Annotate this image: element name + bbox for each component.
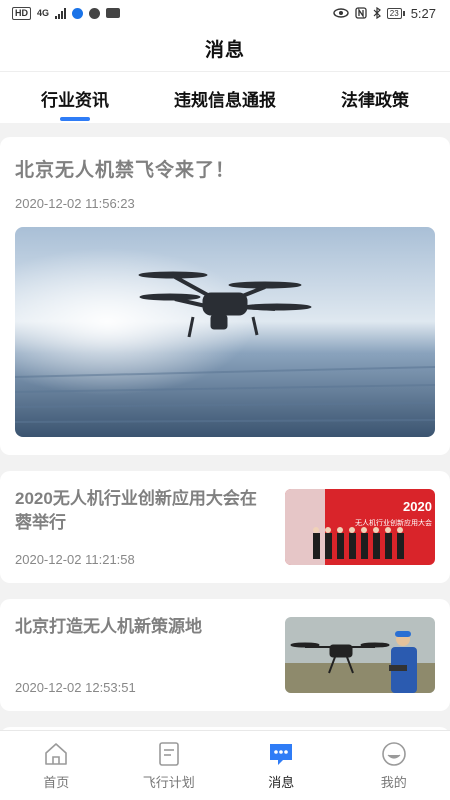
thumb-year-text: 2020: [403, 499, 432, 514]
nav-label: 首页: [43, 775, 70, 790]
news-timestamp: 2020-12-02 12:53:51: [15, 680, 136, 695]
drone-over-city-image: [15, 227, 435, 437]
profile-icon: [380, 740, 408, 768]
news-card[interactable]: 北京打造无人机新策源地 2020-12-02 12:53:51: [0, 599, 450, 711]
conference-photo: 2020 无人机行业创新应用大会: [285, 489, 435, 565]
news-title: 北京无人机禁飞令来了！: [15, 160, 236, 181]
page-header: 消息: [0, 26, 450, 72]
nfc-icon: [355, 7, 367, 19]
nav-label: 我的: [380, 775, 407, 790]
page-title: 消息: [204, 40, 245, 61]
tab-laws-policies[interactable]: 法律政策: [300, 73, 450, 123]
eye-icon: [333, 8, 349, 18]
news-card-featured[interactable]: 北京无人机禁飞令来了！ 2020-12-02 11:56:23: [0, 137, 450, 455]
status-right: 23 5:27: [333, 6, 436, 21]
bottom-navigation: 首页 飞行计划 消息 我的: [0, 730, 450, 800]
bluetooth-icon: [373, 7, 381, 19]
document-icon: [155, 740, 183, 768]
pilot-with-drone-photo: [285, 617, 435, 693]
notification-app-icon-2: [89, 7, 101, 19]
status-left: HD 4G: [12, 6, 121, 20]
notification-app-icon: [72, 7, 84, 19]
status-bar: HD 4G 23 5:27: [0, 0, 450, 26]
tab-violation-notices[interactable]: 违规信息通报: [150, 73, 300, 123]
hd-indicator: HD: [12, 6, 31, 20]
signal-icon: [55, 7, 67, 19]
nav-home[interactable]: 首页: [0, 731, 113, 800]
nav-label: 飞行计划: [142, 775, 195, 790]
nav-profile[interactable]: 我的: [338, 731, 450, 800]
message-icon: [267, 740, 295, 768]
news-text: 北京打造无人机新策源地 2020-12-02 12:53:51: [15, 615, 270, 695]
nav-messages[interactable]: 消息: [225, 731, 338, 800]
category-tabs: 行业资讯 违规信息通报 法律政策: [0, 73, 450, 123]
news-text: 2020无人机行业创新应用大会在蓉举行 2020-12-02 11:21:58: [15, 487, 270, 567]
news-timestamp: 2020-12-02 11:56:23: [15, 196, 135, 211]
nav-label: 消息: [268, 775, 295, 790]
battery-level: 23: [386, 7, 402, 19]
battery-icon: 23: [386, 7, 405, 19]
news-card[interactable]: 2020无人机行业创新应用大会在蓉举行 2020-12-02 11:21:58 …: [0, 471, 450, 583]
home-icon: [42, 740, 70, 768]
news-title: 2020无人机行业创新应用大会在蓉举行: [15, 489, 257, 532]
thumb-caption-text: 无人机行业创新应用大会: [355, 518, 432, 527]
tab-label: 法律政策: [341, 90, 409, 110]
nav-flight-plan[interactable]: 飞行计划: [113, 731, 226, 800]
tab-label: 违规信息通报: [174, 90, 276, 110]
tab-industry-news[interactable]: 行业资讯: [0, 73, 150, 123]
clock: 5:27: [410, 5, 436, 21]
tab-label: 行业资讯: [41, 90, 109, 110]
active-tab-indicator: [60, 117, 90, 121]
network-type: 4G: [37, 8, 50, 18]
notification-app-icon-3: [106, 8, 121, 18]
news-feed[interactable]: 北京无人机禁飞令来了！ 2020-12-02 11:56:23 2020无人机行…: [0, 123, 450, 730]
news-title: 北京打造无人机新策源地: [15, 617, 202, 636]
news-timestamp: 2020-12-02 11:21:58: [15, 552, 135, 567]
